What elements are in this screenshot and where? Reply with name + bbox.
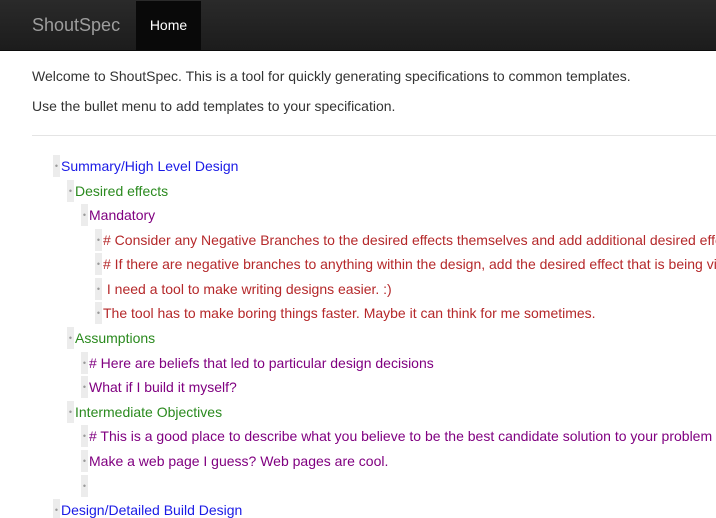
tree-node-detailed-build-design: • Design/Detailed Build Design	[53, 499, 242, 518]
node-label[interactable]: I need a tool to make writing designs ea…	[102, 278, 392, 300]
bullet-menu-icon[interactable]: •	[81, 352, 88, 374]
bullet-menu-icon[interactable]: •	[53, 499, 60, 518]
bullet-menu-icon[interactable]: •	[81, 450, 88, 472]
node-label[interactable]: # Here are beliefs that led to particula…	[88, 352, 434, 374]
navbar: ShoutSpec Home	[0, 0, 716, 51]
node-label[interactable]: Summary/High Level Design	[60, 155, 238, 177]
tree-node-web-page: • Make a web page I guess? Web pages are …	[81, 450, 388, 472]
tree-node-need-tool: • I need a tool to make writing designs …	[95, 278, 392, 300]
bullet-menu-icon[interactable]: •	[81, 204, 88, 226]
node-label[interactable]: What if I build it myself?	[88, 376, 237, 398]
tree-node-boring-things: • The tool has to make boring things fast…	[95, 302, 596, 324]
bullet-menu-icon[interactable]: •	[81, 376, 88, 398]
tree-node-intermediate-objectives: • Intermediate Objectives	[67, 401, 222, 423]
node-label[interactable]: The tool has to make boring things faste…	[102, 302, 596, 324]
tree-node-summary: • Summary/High Level Design	[53, 155, 238, 177]
bullet-menu-icon[interactable]: •	[95, 253, 102, 275]
tree-node-desired-effects: • Desired effects	[67, 180, 168, 202]
node-label[interactable]: # This is a good place to describe what …	[88, 425, 712, 447]
bullet-menu-icon[interactable]: •	[53, 155, 60, 177]
welcome-text: Welcome to ShoutSpec. This is a tool for…	[32, 68, 631, 84]
node-label[interactable]: # Consider any Negative Branches to the …	[102, 229, 716, 251]
node-label[interactable]: Make a web page I guess? Web pages are c…	[88, 450, 388, 472]
brand-logo[interactable]: ShoutSpec	[32, 14, 120, 36]
bullet-menu-icon[interactable]: •	[95, 278, 102, 300]
tree-node-assumptions: • Assumptions	[67, 327, 155, 349]
node-label[interactable]: Desired effects	[74, 180, 168, 202]
bullet-menu-icon[interactable]: •	[67, 401, 74, 423]
tree-node-build-myself: • What if I build it myself?	[81, 376, 237, 398]
instructions-text: Use the bullet menu to add templates to …	[32, 98, 396, 114]
node-label[interactable]: Intermediate Objectives	[74, 401, 222, 423]
node-label[interactable]: Design/Detailed Build Design	[60, 499, 242, 518]
node-label[interactable]: Assumptions	[74, 327, 155, 349]
tree-node-empty: •	[81, 475, 89, 497]
divider	[32, 135, 716, 136]
tree-node-mandatory: • Mandatory	[81, 204, 155, 226]
nav-home-tab[interactable]: Home	[136, 1, 201, 50]
bullet-menu-icon[interactable]: •	[67, 180, 74, 202]
bullet-menu-icon[interactable]: •	[81, 425, 88, 447]
bullet-menu-icon[interactable]: •	[67, 327, 74, 349]
node-label[interactable]: # If there are negative branches to anyt…	[102, 253, 716, 275]
bullet-menu-icon[interactable]: •	[81, 475, 88, 497]
tree-node-negative-branches: • # Consider any Negative Branches to the…	[95, 229, 716, 251]
bullet-menu-icon[interactable]: •	[95, 302, 102, 324]
spec-outline-tree: • Summary/High Level Design • Desired effe…	[0, 155, 716, 518]
tree-node-beliefs: • # Here are beliefs that led to particul…	[81, 352, 434, 374]
node-label[interactable]: Mandatory	[88, 204, 155, 226]
bullet-menu-icon[interactable]: •	[95, 229, 102, 251]
tree-node-violated-effect: • # If there are negative branches to any…	[95, 253, 716, 275]
tree-node-candidate-solution: • # This is a good place to describe what…	[81, 425, 712, 447]
